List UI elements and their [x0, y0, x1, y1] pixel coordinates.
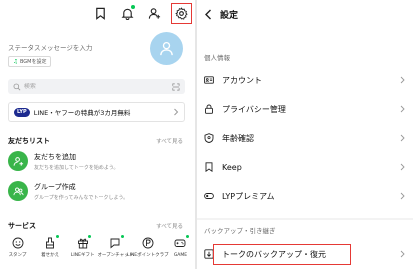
settings-header: 設定 — [197, 0, 413, 28]
search-bar[interactable] — [8, 79, 185, 94]
service-points-label: LINEポイントクラブ — [127, 253, 169, 258]
chevron-right-icon — [400, 105, 405, 113]
bookmark-icon — [205, 162, 213, 172]
smile-icon — [11, 236, 24, 249]
service-gift[interactable]: LINEギフト — [69, 235, 96, 259]
friends-see-all-link[interactable]: すべて見る — [156, 137, 183, 145]
service-points[interactable]: LINEポイントクラブ — [127, 236, 169, 259]
friends-section-title: 友だちリスト — [8, 137, 50, 145]
add-friend-icon[interactable] — [145, 4, 164, 23]
music-note-icon: ♫ — [13, 58, 18, 65]
group-circle-icon — [8, 181, 28, 201]
add-friend-circle-icon — [8, 151, 28, 171]
settings-item-lyp-premium-label: LYPプレミアム — [222, 191, 275, 201]
settings-item-account[interactable]: アカウント — [197, 67, 413, 93]
service-sticker-label: スタンプ — [8, 253, 27, 258]
bookmark-icon[interactable] — [91, 4, 110, 23]
game-icon — [174, 236, 187, 249]
settings-item-account-label: アカウント — [222, 75, 262, 85]
notification-dot — [131, 5, 135, 9]
service-game-label: GAME — [173, 253, 188, 258]
services-section-title: サービス — [8, 222, 36, 230]
service-game[interactable]: GAME — [167, 235, 194, 259]
bgm-label: BGMを設定 — [19, 59, 47, 65]
chevron-right-icon — [400, 134, 405, 142]
add-friend-row[interactable]: 友だちを追加 友だちを追加してトークを始めよう。 — [8, 148, 188, 174]
new-dot — [88, 235, 92, 238]
avatar[interactable] — [150, 32, 183, 65]
create-group-row[interactable]: グループ作成 グループを作ってみんなでトークしよう。 — [8, 178, 188, 204]
premium-icon — [204, 193, 214, 199]
back-arrow-icon[interactable] — [204, 9, 212, 20]
section-separator — [197, 218, 413, 220]
service-open-chat[interactable]: オープンチャット — [97, 235, 133, 259]
chevron-right-icon — [400, 76, 405, 84]
home-pane: ステータスメッセージを入力 ♫ BGMを設定 LYP LINE・ヤフーの特典が3… — [0, 0, 195, 269]
chevron-right-icon — [174, 108, 179, 116]
create-group-subtitle: グループを作ってみんなでトークしよう。 — [34, 194, 129, 201]
settings-item-keep[interactable]: Keep — [197, 154, 413, 180]
lyp-promo-banner[interactable]: LYP LINE・ヤフーの特典が3カ月無料 — [8, 102, 185, 122]
promo-text: LINE・ヤフーの特典が3カ月無料 — [33, 109, 131, 117]
bgm-button[interactable]: ♫ BGMを設定 — [8, 56, 52, 67]
page-title: 設定 — [220, 10, 239, 21]
create-group-title: グループ作成 — [34, 182, 76, 191]
gear-icon[interactable] — [171, 3, 192, 24]
settings-item-age-verification-label: 年齢確認 — [222, 133, 254, 143]
service-theme-label: 着せかえ — [41, 253, 60, 258]
new-dot — [55, 235, 59, 238]
chevron-right-icon — [400, 250, 405, 258]
personal-info-section-title: 個人情報 — [204, 54, 230, 62]
chevron-right-icon — [400, 163, 405, 171]
settings-item-age-verification[interactable]: 年齢確認 — [197, 125, 413, 151]
service-theme[interactable]: 着せかえ — [37, 235, 64, 259]
new-dot — [185, 235, 189, 238]
lyp-badge: LYP — [14, 107, 30, 117]
id-card-icon — [204, 76, 214, 84]
highlight-box — [213, 244, 351, 265]
points-icon — [141, 236, 154, 249]
search-input[interactable] — [23, 83, 173, 90]
lock-icon — [205, 104, 213, 114]
top-icon-bar — [91, 3, 192, 24]
service-sticker[interactable]: スタンプ — [4, 236, 31, 259]
settings-item-keep-label: Keep — [222, 162, 242, 172]
new-dot — [120, 235, 124, 238]
settings-item-privacy[interactable]: プライバシー管理 — [197, 96, 413, 122]
services-row: スタンプ 着せかえ LINEギフト オープンチャット LINEポイントクラブ G… — [4, 235, 194, 259]
add-friend-title: 友だちを追加 — [34, 152, 76, 161]
bell-icon[interactable] — [118, 4, 137, 23]
status-message-input[interactable]: ステータスメッセージを入力 — [8, 42, 92, 52]
open-chat-icon — [109, 236, 122, 249]
settings-item-lyp-premium[interactable]: LYPプレミアム — [197, 183, 413, 209]
search-icon — [13, 83, 21, 90]
brush-icon — [44, 236, 57, 249]
shield-icon — [204, 133, 214, 143]
backup-section-title: バックアップ・引き継ぎ — [204, 227, 276, 235]
chevron-right-icon — [400, 192, 405, 200]
settings-pane: 設定 個人情報 アカウント プライバシー管理 年齢確認 Keep LYPプレミア… — [197, 0, 413, 269]
services-see-all-link[interactable]: すべて見る — [156, 222, 183, 230]
service-gift-label: LINEギフト — [70, 253, 95, 258]
add-friend-subtitle: 友だちを追加してトークを始めよう。 — [34, 164, 119, 171]
gift-icon — [76, 236, 89, 249]
settings-item-privacy-label: プライバシー管理 — [222, 104, 286, 114]
qr-scan-icon[interactable] — [172, 82, 180, 91]
